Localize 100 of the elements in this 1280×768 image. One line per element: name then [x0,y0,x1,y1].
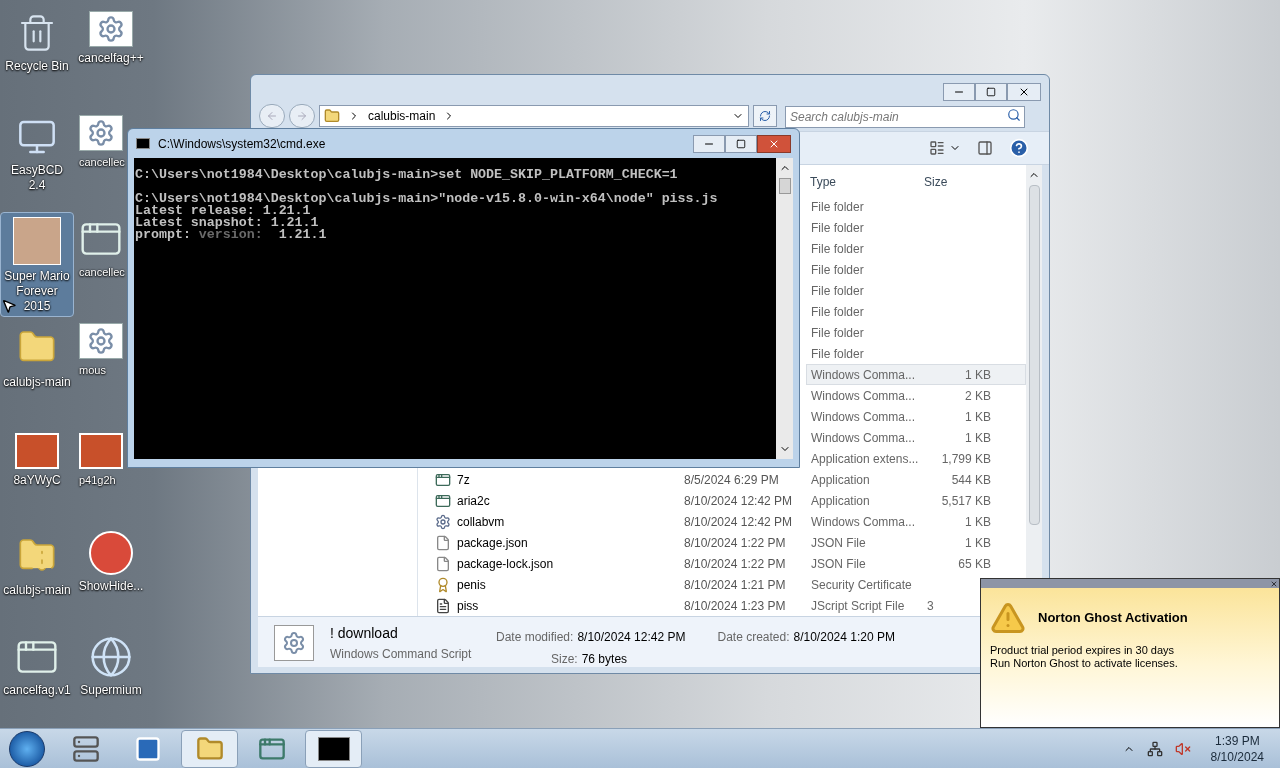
file-name: collabvm [457,513,505,531]
search-field[interactable]: Search calubjs-main [785,106,1025,128]
scroll-thumb[interactable] [1028,185,1040,525]
file-size: 2 KB [965,388,991,403]
file-row[interactable]: aria2c 8/10/2024 12:42 PM Application 5,517 KB [426,490,1026,511]
file-row[interactable]: File folder [806,217,1026,238]
file-type: File folder [811,262,864,277]
file-type: File folder [811,199,864,214]
file-row[interactable]: File folder [806,238,1026,259]
file-row[interactable]: File folder [806,280,1026,301]
close-icon[interactable] [1270,579,1278,588]
file-icon [435,534,451,551]
file-name: piss [457,597,479,615]
list-view-icon [929,140,945,156]
notification-text: Product trial period expires in 30 days [990,644,1176,657]
file-row[interactable]: Windows Comma... 2 KB [806,385,1026,406]
window-title: C:\Windows\system32\cmd.exe [158,135,326,153]
game-artwork-placeholder [13,217,61,265]
panel-icon [977,140,993,156]
desktop-icon[interactable]: Super Mario Forever 2015 [0,212,74,317]
file-row[interactable]: File folder [806,322,1026,343]
globe-icon [89,635,133,679]
file-row[interactable]: Windows Comma... 1 KB [806,406,1026,427]
file-type: File folder [811,283,864,298]
muted-speaker-icon[interactable] [1174,740,1191,757]
file-row[interactable]: Windows Comma... 1 KB [806,427,1026,448]
breadcrumb-item[interactable]: calubis-main [368,107,436,125]
file-date: 8/10/2024 1:22 PM [684,535,786,550]
preview-pane-button[interactable] [977,140,993,156]
file-row[interactable]: Application extens... 1,799 KB [806,448,1026,469]
file-date: 8/10/2024 1:23 PM [684,598,786,613]
file-size: 544 KB [951,472,991,487]
warning-icon [990,600,1026,636]
file-type: Application [811,493,870,508]
file-row[interactable]: 7z 8/5/2024 6:29 PM Application 544 KB [426,469,1026,490]
file-name: ! download [330,625,399,641]
maximize-icon [736,138,746,149]
file-row[interactable]: package.json 8/10/2024 1:22 PM JSON File 1 KB [426,532,1026,553]
minimize-button[interactable] [693,134,725,153]
file-type: Windows Comma... [811,430,916,445]
file-type: File folder [811,304,864,319]
folder-icon [195,734,224,763]
start-button[interactable] [9,730,45,767]
file-size: 3 [927,598,934,613]
help-button[interactable] [1009,138,1029,158]
file-type: File folder [811,325,864,340]
column-header[interactable]: Size [924,172,994,191]
file-row[interactable]: File folder [806,301,1026,322]
close-button[interactable] [757,134,791,153]
notification-title: Norton Ghost Activation [1038,609,1188,628]
refresh-button[interactable] [753,105,777,127]
field-label: Date modified: [496,629,574,646]
file-row[interactable]: penis 8/10/2024 1:21 PM Security Certificate [426,574,1026,595]
minimize-button[interactable] [943,83,975,101]
file-type: JSON File [811,556,866,571]
file-name: package-lock.json [457,555,554,573]
file-icon [435,555,451,572]
scroll-thumb[interactable] [778,178,791,194]
certificate-icon [435,576,451,593]
file-row[interactable]: collabvm 8/10/2024 12:42 PM Windows Comma... 1 KB [426,511,1026,532]
file-type: Windows Comma... [811,388,916,403]
script-file-icon [435,597,451,614]
network-icon[interactable] [1146,740,1163,757]
file-size: 1,799 KB [941,451,991,466]
scrollbar[interactable] [776,158,793,459]
round-app-icon [89,531,133,575]
file-type: JScript Script File [811,598,905,613]
file-row[interactable]: piss 8/10/2024 1:23 PM JScript Script File 3 [426,595,1026,616]
console-line: C:\Users\not1984\Desktop\calubjs-main>"node-v15.8.0-win-x64\node" piss.js [135,193,719,205]
console-line: C:\Users\not1984\Desktop\calubjs-main>set NODE_SKIP_PLATFORM_CHECK=1 [135,169,679,181]
maximize-button[interactable] [975,83,1007,101]
file-row[interactable]: File folder [806,196,1026,217]
taskbar-button[interactable] [305,729,362,768]
photo-placeholder [15,433,59,469]
file-type: File folder [811,241,864,256]
help-icon [1009,138,1029,158]
file-row[interactable]: File folder [806,259,1026,280]
file-name: 7z [457,471,470,489]
field-value: 76 bytes [581,651,628,668]
maximize-icon [986,87,996,97]
file-row[interactable]: package-lock.json 8/10/2024 1:22 PM JSON File 65 KB [426,553,1026,574]
field-label: Date created: [717,629,790,646]
file-size: 1 KB [965,430,991,445]
column-header[interactable]: Type [806,172,924,191]
file-type: Windows Comma... [811,514,916,529]
view-options-button[interactable] [929,140,961,156]
address-bar[interactable]: calubis-main [319,105,749,127]
file-row[interactable]: Windows Comma... 1 KB [806,364,1026,385]
file-date: 8/10/2024 12:42 PM [684,493,793,508]
terminal-icon [133,734,162,763]
file-size: 65 KB [958,556,991,571]
file-size: 1 KB [965,367,991,382]
file-size: 1 KB [965,409,991,424]
console-icon [317,736,350,761]
maximize-button[interactable] [725,134,757,153]
file-row[interactable]: File folder [806,343,1026,364]
app-window-icon [435,471,451,488]
file-name: aria2c [457,492,490,510]
file-date: 8/5/2024 6:29 PM [684,472,779,487]
clock[interactable]: 1:39 PM 8/10/2024 [1210,732,1264,765]
